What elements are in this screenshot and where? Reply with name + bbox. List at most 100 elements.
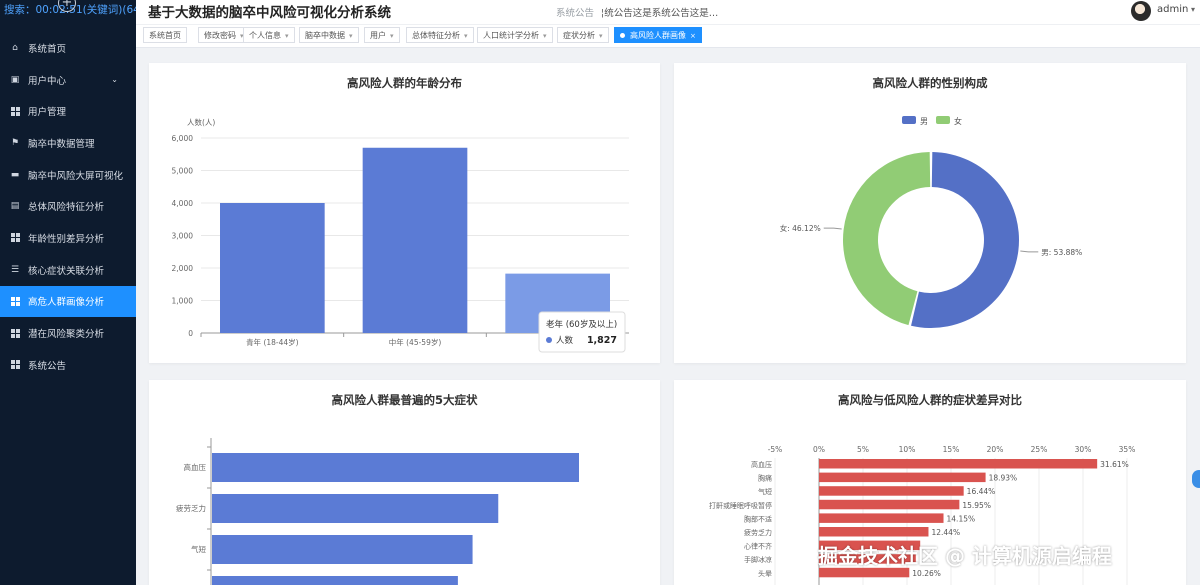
active-dot-icon [620,33,625,38]
y-tick-label: 胸部不适 [744,514,772,523]
tab-label: 个人信息 [249,31,281,40]
tab-label: 系统首页 [149,31,181,40]
sidebar-item[interactable]: 系统公告 [0,349,136,381]
close-icon[interactable]: × [690,32,696,40]
y-tick-label: 疲劳乏力 [176,503,206,513]
tab-2[interactable]: 个人信息 ▾ [243,27,295,43]
grid-icon [10,328,20,338]
x-tick-label: 20% [987,445,1004,454]
y-tick-label: 手脚冰凉 [744,555,772,564]
x-tick-label: 5% [857,445,869,454]
x-tick-label: 青年 (18-44岁) [246,337,299,347]
bar[interactable] [819,472,986,483]
sidebar-item[interactable]: ☰ 核心症状关联分析 [0,254,136,286]
app-title: 基于大数据的脑卒中风险可视化分析系统 [148,5,391,21]
chevron-down-icon[interactable]: ▾ [285,32,289,40]
legend-swatch[interactable] [936,116,950,124]
tab-label: 用户 [370,31,386,40]
data-label: 女: 46.12% [780,223,821,233]
sidebar-item[interactable]: ⚑ 脑卒中数据管理 [0,127,136,159]
home-icon: ⌂ [12,42,18,53]
sidebar-item[interactable]: ▤ 总体风险特征分析 [0,190,136,222]
x-tick-label: 30% [1075,445,1092,454]
bar[interactable] [819,527,929,537]
watermark: 掘金技术社区 @ 计算机源启编程 [818,544,1112,568]
sidebar-item[interactable]: ⌂ 系统首页 [0,32,136,64]
y-tick-label: 6,000 [172,134,194,143]
sidebar-item-label: 系统首页 [28,43,67,55]
chevron-down-icon[interactable]: ▾ [464,32,468,40]
tag-view-bar: 系统首页 修改密码 ▾ 个人信息 ▾ 脑卒中数据 ▾ 用户 ▾ 总体特征分析 ▾ 人口统计学分析 ▾ 症状… [136,24,1200,48]
y-tick-label: 高血压 [184,462,207,472]
gender-chart-card: 高风险人群的性别构成 男女男: 53.88% 女: 46.12% [674,63,1186,363]
tab-6[interactable]: 人口统计学分析 ▾ [477,27,553,43]
y-tick-label: 1,000 [172,297,194,306]
grid-icon [10,233,20,243]
bar[interactable] [212,453,579,482]
search-status-text: 搜索：00:02:51(关键词)(64%) [4,4,154,16]
tab-label: 高风险人群画像 [630,31,686,40]
bar[interactable] [362,147,468,333]
bar[interactable] [819,486,964,496]
tab-0[interactable]: 系统首页 [143,27,187,43]
tab-7[interactable]: 症状分析 ▾ [557,27,609,43]
y-tick-label: 2,000 [172,264,194,273]
legend-swatch[interactable] [902,116,916,124]
bar[interactable] [220,203,325,333]
sidebar-item[interactable]: 用户管理 [0,95,136,127]
bar[interactable] [819,567,910,578]
doc-icon: ▤ [10,201,20,212]
x-tick-label: 0% [813,445,825,454]
sidebar-item[interactable]: ▬ 脑卒中风险大屏可视化 [0,159,136,191]
y-axis-label: 人数(人) [187,117,215,127]
bar[interactable] [819,513,944,523]
sidebar-item[interactable]: 年龄性别差异分析 [0,222,136,254]
x-tick-label: 25% [1031,445,1048,454]
tooltip-title: 老年 (60岁及以上) [546,319,617,330]
pie-slice[interactable] [843,152,931,326]
gender-donut-chart: 男 女男: 53.88% 女: 46.12% [780,116,1082,328]
tab-5[interactable]: 总体特征分析 ▾ [406,27,474,43]
y-tick-label: 0 [188,329,193,338]
bar[interactable] [212,576,458,585]
age-chart-card: 高风险人群的年龄分布 人数(人) 6,000 5,000 4,000 3,000 2,00… [149,63,660,363]
sidebar-item[interactable]: ▣ 用户中心 ⌄ [0,64,136,96]
chevron-down-icon[interactable]: ▾ [1191,5,1195,14]
chevron-down-icon[interactable]: ▾ [349,32,353,40]
bar[interactable] [819,499,960,510]
sidebar-item-label: 总体风险特征分析 [28,202,105,214]
chevron-down-icon[interactable]: ▾ [390,32,394,40]
y-tick-label: 5,000 [172,167,194,176]
bar[interactable] [212,535,473,564]
tab-4[interactable]: 用户 ▾ [364,27,400,43]
y-tick-label: 头晕 [758,569,772,578]
notice-marquee[interactable]: ¦统公告这是系统公告这是… [601,5,718,19]
tab-3[interactable]: 脑卒中数据 ▾ [299,27,359,43]
y-tick-label: 打鼾或睡眠呼吸暂停 [709,501,772,510]
y-tick-label: 高血压 [751,460,772,469]
tab-label: 人口统计学分析 [483,31,539,40]
tab-8[interactable]: 高风险人群画像 × [614,27,702,43]
sidebar-item-label: 核心症状关联分析 [28,265,105,277]
x-tick-label: 中年 (45-59岁) [389,337,442,347]
tab-label: 症状分析 [563,31,595,40]
floating-side-button[interactable] [1192,470,1200,488]
legend-label: 女 [954,116,962,126]
data-label: 12.44% [931,528,960,537]
data-label: 男: 53.88% [1041,248,1082,257]
y-tick-label: 气短 [758,487,772,496]
age-bar-chart: 人数(人) 6,000 5,000 4,000 3,000 2,000 1,000 0 青年 (… [172,117,629,353]
y-tick-label: 3,000 [172,232,194,241]
user-name[interactable]: admin [1157,4,1188,15]
tab-1[interactable]: 修改密码 ▾ [198,27,250,43]
bar[interactable] [819,459,1098,469]
bar[interactable] [212,494,499,523]
top5-bar-chart: 高血压疲劳乏力气短 [176,438,579,585]
data-label: 16.44% [967,487,996,496]
sidebar-item[interactable]: 潜在风险聚类分析 [0,317,136,349]
sidebar-item[interactable]: 高危人群画像分析 [0,285,136,318]
avatar[interactable] [1131,1,1151,21]
tooltip-series: 人数 [556,335,574,346]
chevron-down-icon[interactable]: ▾ [543,32,547,40]
chevron-down-icon[interactable]: ▾ [599,32,603,40]
